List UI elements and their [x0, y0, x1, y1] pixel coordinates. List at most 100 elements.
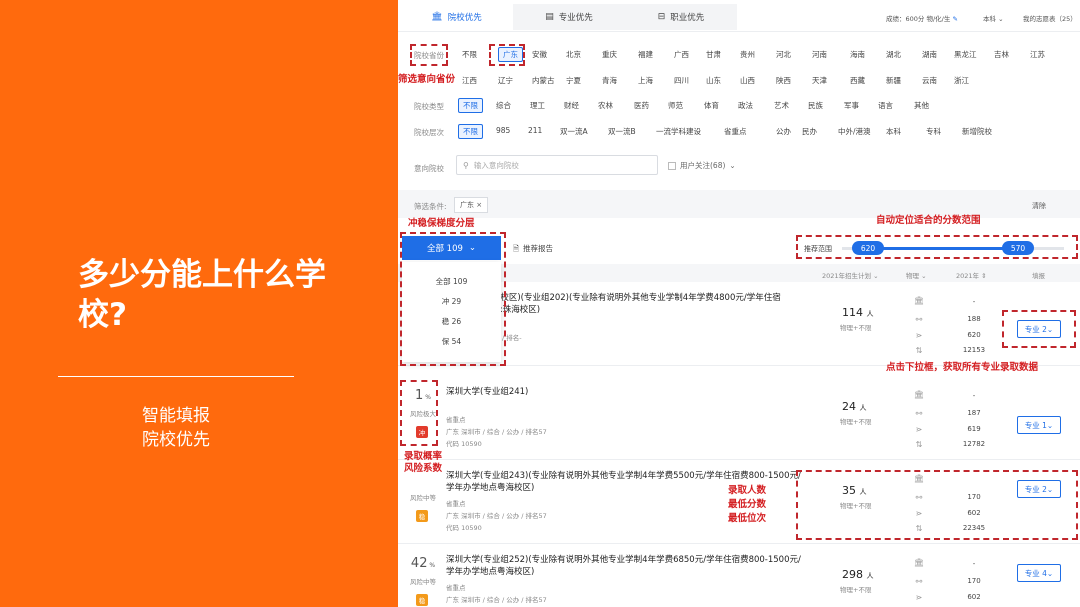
report-link[interactable]: 🗎 推荐报告 — [513, 243, 553, 256]
filter-option[interactable]: 新疆 — [886, 75, 901, 86]
filter-option[interactable]: 北京 — [566, 49, 581, 60]
score-icon: ⋗ — [915, 425, 923, 434]
filter-option[interactable]: 一流学科建设 — [656, 126, 701, 137]
filter-option[interactable]: 农林 — [598, 100, 613, 111]
major-dropdown-button[interactable]: 专业 1 ⌄ — [1017, 416, 1061, 434]
filter-option[interactable]: 医药 — [634, 100, 649, 111]
filter-option[interactable]: 985 — [496, 126, 510, 135]
plan-unit: 人 — [866, 310, 874, 318]
col-subject[interactable]: 物理 ⌄ — [906, 270, 927, 280]
min-rank: 12153 — [962, 346, 986, 354]
tab-label: 职业优先 — [670, 13, 705, 23]
filter-option[interactable]: 福建 — [638, 49, 653, 60]
filter-option[interactable]: 体育 — [704, 100, 719, 111]
filter-option[interactable]: 河南 — [812, 49, 827, 60]
table-row: 42 % 风险中等 稳 深圳大学(专业组252)(专业除有说明外其他专业学制4年… — [398, 544, 1080, 607]
admission-probability: 42 % — [406, 556, 440, 571]
filter-option[interactable]: 甘肃 — [706, 49, 721, 60]
filter-option[interactable]: 黑龙江 — [954, 49, 977, 60]
tab-major-first[interactable]: ▤ 专业优先 — [513, 4, 625, 30]
divider — [58, 376, 294, 377]
filter-option[interactable]: 安徽 — [532, 49, 547, 60]
condition-tag[interactable]: 广东 × — [454, 197, 489, 213]
filter-option[interactable]: 理工 — [530, 100, 545, 111]
filter-option[interactable]: 本科 — [886, 126, 901, 137]
filter-option[interactable]: 吉林 — [994, 49, 1009, 60]
filter-option[interactable]: 湖北 — [886, 49, 901, 60]
intent-label: 意向院校 — [414, 164, 444, 173]
filter-option[interactable]: 不限 — [462, 49, 477, 60]
filter-option[interactable]: 军事 — [844, 100, 859, 111]
annotation-box-dropdown — [400, 232, 506, 366]
filter-option[interactable]: 省重点 — [724, 126, 747, 137]
filter-option[interactable]: 综合 — [496, 100, 511, 111]
filter-option[interactable]: 民办 — [802, 126, 817, 137]
filter-option[interactable]: 公办 — [776, 126, 791, 137]
filter-option[interactable]: 民族 — [808, 100, 823, 111]
filter-option[interactable]: 陕西 — [776, 75, 791, 86]
filter-option[interactable]: 内蒙古 — [532, 75, 555, 86]
filter-option[interactable]: 湖南 — [922, 49, 937, 60]
score-info[interactable]: 成绩：600分 物/化/生 ✎ — [886, 13, 958, 23]
filter-option[interactable]: 双一流A — [560, 126, 588, 137]
enrollment-plan: 298 人 — [842, 568, 874, 581]
filter-option[interactable]: 浙江 — [954, 75, 969, 86]
filter-option[interactable]: 语言 — [878, 100, 893, 111]
filter-option[interactable]: 天津 — [812, 75, 827, 86]
wishlist-link[interactable]: 我的志愿表（25） — [1023, 13, 1077, 23]
level-select[interactable]: 本科 ⌄ — [983, 13, 1004, 23]
school-tag: 省重点 — [446, 416, 466, 424]
tab-school-first[interactable]: 🏛 院校优先 — [400, 4, 513, 30]
filter-option[interactable]: 山东 — [706, 75, 721, 86]
filter-option[interactable]: 重庆 — [602, 49, 617, 60]
school-code: 代码 10590 — [446, 524, 482, 532]
filter-option[interactable]: 广西 — [674, 49, 689, 60]
filter-option[interactable]: 青海 — [602, 75, 617, 86]
tab-career-first[interactable]: ⊟ 职业优先 — [625, 4, 737, 30]
clear-button[interactable]: 清除 — [1032, 201, 1046, 211]
enrollment-plan: 114 人 — [842, 306, 874, 319]
subtitle-line-1: 智能填报 — [142, 406, 210, 426]
filter-option[interactable]: 不限 — [458, 124, 483, 139]
filter-option[interactable]: 山西 — [740, 75, 755, 86]
filter-option[interactable]: 其他 — [914, 100, 929, 111]
filter-option[interactable]: 新增院校 — [962, 126, 992, 137]
filter-option[interactable]: 师范 — [668, 100, 683, 111]
filter-option[interactable]: 河北 — [776, 49, 791, 60]
filter-option[interactable]: 211 — [528, 126, 542, 135]
major-dropdown-button[interactable]: 专业 4 ⌄ — [1017, 564, 1061, 582]
school-search-input[interactable]: ⚲ 输入意向院校 — [456, 155, 658, 175]
plan-unit: 人 — [866, 572, 874, 580]
filter-option[interactable]: 辽宁 — [498, 75, 513, 86]
annotation-dropdown-text: 点击下拉框，获取所有专业录取数据 — [886, 362, 1039, 373]
filter-option[interactable]: 海南 — [850, 49, 865, 60]
filter-option[interactable]: 双一流B — [608, 126, 636, 137]
annotation-box-major-button — [1002, 310, 1076, 348]
filter-option[interactable]: 宁夏 — [566, 75, 581, 86]
filter-option[interactable]: 四川 — [674, 75, 689, 86]
school-name[interactable]: 深圳大学(专业组241) — [446, 386, 816, 398]
filter-option[interactable]: 贵州 — [740, 49, 755, 60]
checkbox[interactable] — [668, 161, 676, 170]
user-follow-filter[interactable]: 用户关注(68) ⌄ — [668, 160, 736, 171]
level-text: 本科 — [983, 15, 996, 23]
annotation-province-text: 筛选意向省份 — [398, 74, 456, 85]
filter-option[interactable]: 江西 — [462, 75, 477, 86]
school-name-line-1: 深圳大学(专业组241) — [446, 387, 529, 397]
filter-option[interactable]: 专科 — [926, 126, 941, 137]
filter-option[interactable]: 上海 — [638, 75, 653, 86]
filter-option[interactable]: 中外/港澳 — [838, 126, 871, 137]
filter-option[interactable]: 政法 — [738, 100, 753, 111]
filter-option[interactable]: 不限 — [458, 98, 483, 113]
filter-option[interactable]: 西藏 — [850, 75, 865, 86]
filter-option[interactable]: 艺术 — [774, 100, 789, 111]
school-name[interactable]: 深圳大学(专业组252)(专业除有说明外其他专业学制4年学费6850元/学年住宿… — [446, 554, 816, 578]
col-plan[interactable]: 2021年招生计划 ⌄ — [822, 270, 879, 280]
filter-option[interactable]: 财经 — [564, 100, 579, 111]
filter-option[interactable]: 云南 — [922, 75, 937, 86]
annotation-box-guangdong — [489, 44, 525, 66]
col-year[interactable]: 2021年 ⇕ — [956, 270, 987, 280]
building-icon: 🏛 — [913, 558, 925, 567]
filter-option[interactable]: 江苏 — [1030, 49, 1045, 60]
chevron-down-icon: ⌄ — [1046, 568, 1054, 578]
